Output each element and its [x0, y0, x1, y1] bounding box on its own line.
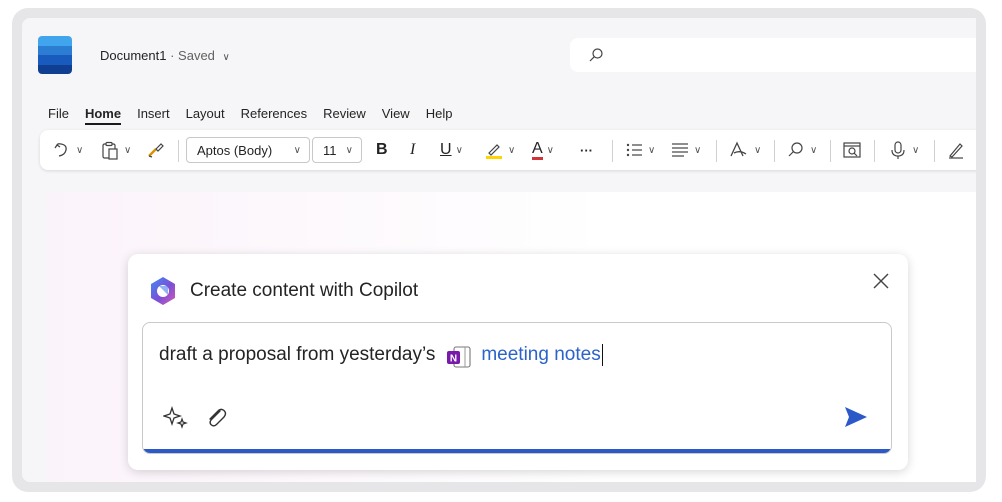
menu-layout[interactable]: Layout [186, 106, 225, 121]
undo-button[interactable]: ∨ [52, 130, 83, 170]
format-painter-button[interactable] [146, 130, 166, 170]
app-frame: Document1 · Saved ∨ File Home Insert Layout… [12, 8, 986, 492]
format-painter-icon [148, 143, 164, 158]
ribbon-separator [178, 140, 179, 162]
chevron-down-icon: ∨ [648, 144, 656, 156]
menu-bar: File Home Insert Layout References Review View… [48, 106, 468, 126]
close-icon[interactable] [872, 270, 890, 296]
menu-home[interactable]: Home [84, 106, 122, 125]
menu-file[interactable]: File [48, 106, 69, 121]
menu-view[interactable]: View [382, 106, 410, 121]
document-title[interactable]: Document1 · Saved ∨ [100, 48, 230, 63]
paste-button[interactable]: ∨ [100, 130, 131, 170]
copilot-logo-icon [151, 277, 175, 305]
chevron-down-icon: ∨ [222, 52, 230, 63]
prompt-tools [161, 405, 229, 436]
prompt-content: draft a proposal from yesterday’s N meet… [159, 343, 604, 368]
sparkle-icon[interactable] [161, 405, 189, 431]
highlighter-icon [486, 144, 502, 159]
underline-letter: U [440, 141, 452, 158]
ribbon-separator [830, 140, 831, 162]
chevron-down-icon: ∨ [293, 144, 301, 156]
chevron-down-icon: ∨ [508, 144, 516, 156]
document-name: Document1 [100, 48, 167, 63]
copilot-dialog: Create content with Copilot draft a prop… [128, 254, 908, 470]
highlight-button[interactable]: ∨ [484, 130, 515, 170]
title-bar: Document1 · Saved ∨ [22, 18, 976, 88]
onenote-icon: N [447, 346, 471, 368]
chevron-down-icon: ∨ [694, 144, 702, 156]
styles-icon [730, 141, 747, 157]
onenote-letter: N [450, 354, 457, 365]
chevron-down-icon: ∨ [754, 144, 762, 156]
word-logo-icon [38, 36, 72, 74]
text-caret [601, 344, 604, 366]
font-color-letter: A [532, 140, 543, 160]
align-icon [672, 143, 688, 157]
input-focus-bar [143, 449, 891, 453]
bullets-button[interactable]: ∨ [624, 130, 655, 170]
ribbon-separator [774, 140, 775, 162]
font-color-button[interactable]: A ∨ [532, 130, 554, 170]
font-size-value: 11 [323, 142, 337, 158]
pen-icon [949, 143, 963, 159]
font-name-select[interactable]: Aptos (Body) ∨ [186, 137, 310, 163]
chevron-down-icon: ∨ [455, 144, 463, 156]
ribbon-separator [934, 140, 935, 162]
ribbon-separator [716, 140, 717, 162]
styles-button[interactable]: ∨ [728, 130, 761, 170]
ribbon-separator [612, 140, 613, 162]
menu-insert[interactable]: Insert [137, 106, 170, 121]
chevron-down-icon: ∨ [546, 144, 554, 156]
word-window: Document1 · Saved ∨ File Home Insert Layout… [22, 18, 976, 482]
title-separator: · [166, 48, 179, 63]
undo-icon [54, 143, 67, 157]
font-name-value: Aptos (Body) [197, 142, 273, 158]
designer-button[interactable] [946, 130, 966, 170]
send-icon[interactable] [843, 405, 869, 429]
microphone-icon [891, 141, 905, 159]
bold-button[interactable]: B [376, 130, 388, 170]
more-options-button[interactable]: ··· [580, 130, 593, 170]
align-button[interactable]: ∨ [670, 130, 701, 170]
editor-button[interactable] [842, 130, 862, 170]
menu-help[interactable]: Help [426, 106, 453, 121]
italic-button[interactable]: I [410, 130, 415, 170]
chevron-down-icon: ∨ [810, 144, 818, 156]
search-icon [788, 142, 803, 157]
search-icon [589, 48, 603, 62]
font-size-select[interactable]: 11 ∨ [312, 137, 362, 163]
save-status: Saved [178, 48, 215, 63]
chevron-down-icon: ∨ [345, 144, 353, 156]
document-search-icon [843, 142, 861, 158]
copilot-title: Create content with Copilot [190, 280, 419, 301]
ribbon-separator [874, 140, 875, 162]
dictate-button[interactable]: ∨ [888, 130, 919, 170]
chevron-down-icon: ∨ [912, 144, 920, 156]
prompt-text: draft a proposal from yesterday’s [159, 344, 436, 365]
ribbon-toolbar: ∨ ∨ Aptos (Body) ∨ 11 ∨ B I U ∨ ∨ A ∨ ··… [40, 130, 976, 170]
mention-link[interactable]: meeting notes [481, 344, 600, 366]
menu-review[interactable]: Review [323, 106, 366, 121]
chevron-down-icon: ∨ [76, 144, 84, 156]
find-button[interactable]: ∨ [786, 130, 817, 170]
bullet-list-icon [626, 143, 642, 157]
clipboard-icon [102, 141, 118, 160]
menu-references[interactable]: References [241, 106, 307, 121]
attachment-icon[interactable] [203, 405, 229, 431]
copilot-prompt-input[interactable]: draft a proposal from yesterday’s N meet… [142, 322, 892, 454]
underline-button[interactable]: U ∨ [440, 130, 463, 170]
search-box[interactable] [570, 38, 976, 72]
chevron-down-icon: ∨ [124, 144, 132, 156]
